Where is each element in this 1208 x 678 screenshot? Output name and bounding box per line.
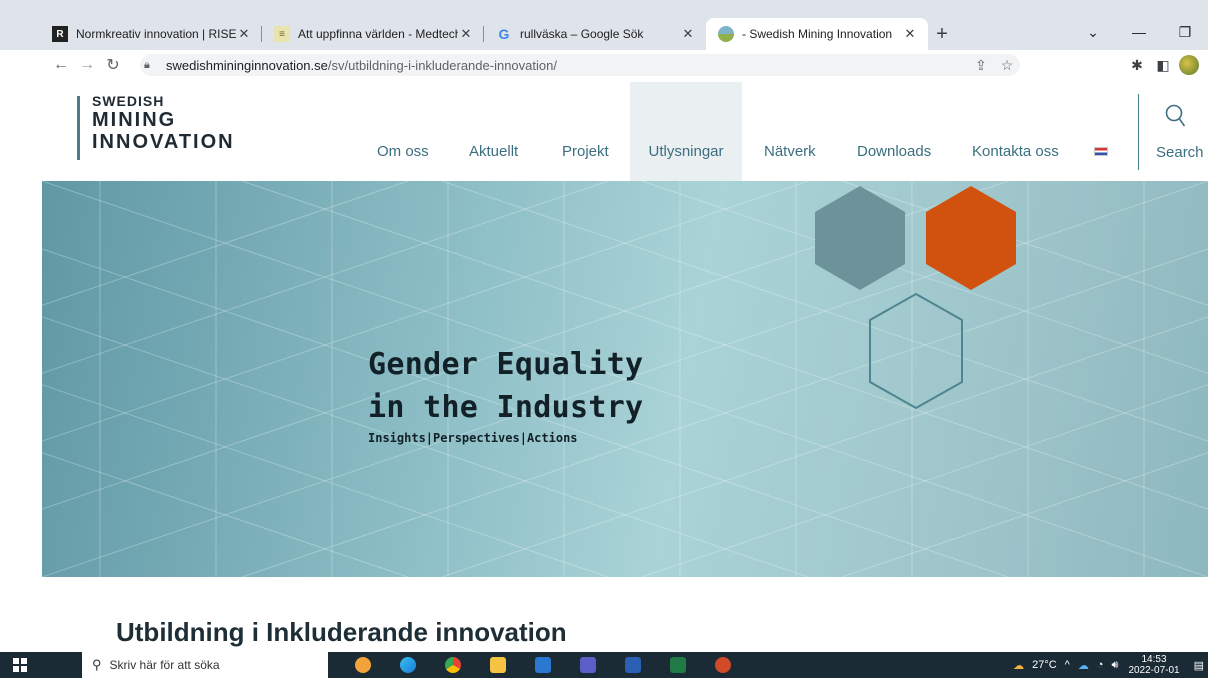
address-bar[interactable]: 🔒︎ swedishmininginnovation.se/sv/utbildn… [140,54,1020,76]
search-divider [1138,94,1139,170]
extensions-puzzle-icon[interactable]: ✱ [1124,52,1150,78]
new-tab-button[interactable]: + [928,18,956,50]
excel-icon[interactable] [655,652,700,678]
windows-logo-icon [13,658,27,672]
nav-kontakta-oss[interactable]: Kontakta oss [972,82,1059,181]
teams-icon[interactable] [565,652,610,678]
reload-icon[interactable]: ↻ [100,52,126,78]
tab-search-chevron-icon[interactable]: ⌄ [1070,18,1116,46]
browser-tab-smi[interactable]: - Swedish Mining Innovation ✕ [706,18,928,50]
taskbar-search-box[interactable]: ⚲ Skriv här för att söka [82,652,328,678]
medtech-favicon-icon: ≡ [274,26,290,42]
tab-title: Att uppfinna världen - Medtech4 [298,27,458,41]
close-icon[interactable]: ✕ [902,26,918,42]
forward-icon[interactable]: → [74,52,100,78]
close-icon[interactable]: ✕ [680,26,696,42]
outlook-icon[interactable] [520,652,565,678]
omnibox-actions: ⇪ ☆ [968,54,1020,76]
page-title: Utbildning i Inkluderande innovation [116,617,567,647]
chrome-icon[interactable] [430,652,475,678]
taskbar-apps [340,652,745,678]
nav-aktuellt[interactable]: Aktuellt [469,82,518,181]
network-icon[interactable]: ◔ [1097,659,1104,671]
search-highlight-icon[interactable] [340,652,385,678]
logo-line-2: MINING [92,109,177,131]
search-label[interactable]: Search [1156,144,1204,161]
volume-icon[interactable]: 🔊︎ [1112,659,1119,672]
bookmark-star-icon[interactable]: ☆ [994,57,1020,74]
lock-icon[interactable]: 🔒︎ [144,59,158,72]
edge-icon[interactable] [385,652,430,678]
file-explorer-icon[interactable] [475,652,520,678]
minimize-icon[interactable]: — [1116,18,1162,46]
word-icon[interactable] [610,652,655,678]
smi-favicon-icon [718,26,734,42]
browser-tab-medtech[interactable]: ≡ Att uppfinna världen - Medtech4 ✕ [262,18,484,50]
close-icon[interactable]: ✕ [458,26,474,42]
onedrive-icon[interactable]: ☁ [1078,659,1089,672]
extension-area: ✱ ◧ [1124,52,1202,78]
side-panel-icon[interactable]: ◧ [1150,52,1176,78]
nav-natverk[interactable]: Nätverk [764,82,816,181]
system-tray: ☁ 27°C ^ ☁ ◔ 🔊︎ 14:53 2022-07-01 ▤ [1009,652,1208,678]
nav-projekt[interactable]: Projekt [562,82,609,181]
taskbar-search-placeholder: Skriv här för att söka [109,658,220,672]
hero-title: Gender Equality in the Industry [368,347,644,425]
orange-hexagon [926,186,1016,290]
rise-favicon-icon: R [52,26,68,42]
tab-title: rullväska – Google Sök [520,27,644,41]
windows-taskbar: ⚲ Skriv här för att söka ☁ 27°C ^ ☁ ◔ 🔊︎… [0,652,1208,678]
profile-avatar[interactable] [1176,52,1202,78]
notification-icon[interactable]: ▤ [1194,659,1204,672]
tab-bar: R Normkreativ innovation | RISE ✕ ≡ Att … [40,18,956,50]
search-icon: ⚲ [92,657,102,672]
clock[interactable]: 14:53 2022-07-01 [1128,654,1179,676]
tray-overflow-icon[interactable]: ^ [1065,659,1070,671]
clock-date: 2022-07-01 [1128,665,1180,676]
tab-title: Normkreativ innovation | RISE [76,27,236,41]
logo-line-3: INNOVATION [92,131,235,153]
browser-tab-google[interactable]: G rullväska – Google Sök ✕ [484,18,706,50]
nav-utlysningar[interactable]: Utlysningar [630,82,742,181]
nav-om-oss[interactable]: Om oss [377,82,429,181]
hero-banner: Gender Equality in the Industry Insights… [42,181,1208,577]
window-controls: ⌄ — ❐ [1070,18,1208,46]
clock-time: 14:53 [1141,654,1167,665]
browser-tab-rise[interactable]: R Normkreativ innovation | RISE ✕ [40,18,262,50]
uk-flag-icon [1094,147,1108,156]
language-switch[interactable] [1094,82,1108,181]
start-button[interactable] [0,652,40,678]
share-icon[interactable]: ⇪ [968,57,994,74]
hero-subtitle: Insights|Perspectives|Actions [368,431,578,445]
logo-line-1: SWEDISH [92,93,165,109]
google-favicon-icon: G [498,26,510,42]
nav-downloads[interactable]: Downloads [857,82,931,181]
search-icon[interactable] [1165,104,1185,128]
close-icon[interactable]: ✕ [236,26,252,42]
browser-tab-strip: R Normkreativ innovation | RISE ✕ ≡ Att … [0,0,1208,50]
weather-temp[interactable]: 27°C [1032,659,1057,671]
powerpoint-icon[interactable] [700,652,745,678]
url-path: /sv/utbildning-i-inkluderande-innovation… [327,57,557,73]
site-logo[interactable]: SWEDISH MINING INNOVATION [77,93,235,160]
gray-hexagon [815,186,905,290]
outline-hexagon [869,292,963,410]
tab-title: - Swedish Mining Innovation [742,27,893,41]
hero-text: Gender Equality in the Industry Insights… [368,343,643,445]
weather-icon[interactable]: ☁ [1013,659,1024,672]
restore-icon[interactable]: ❐ [1162,18,1208,46]
site-header: SWEDISH MINING INNOVATION Om oss Aktuell… [0,82,1208,181]
back-icon[interactable]: ← [48,52,74,78]
url-host: swedishmininginnovation.se [166,57,328,73]
